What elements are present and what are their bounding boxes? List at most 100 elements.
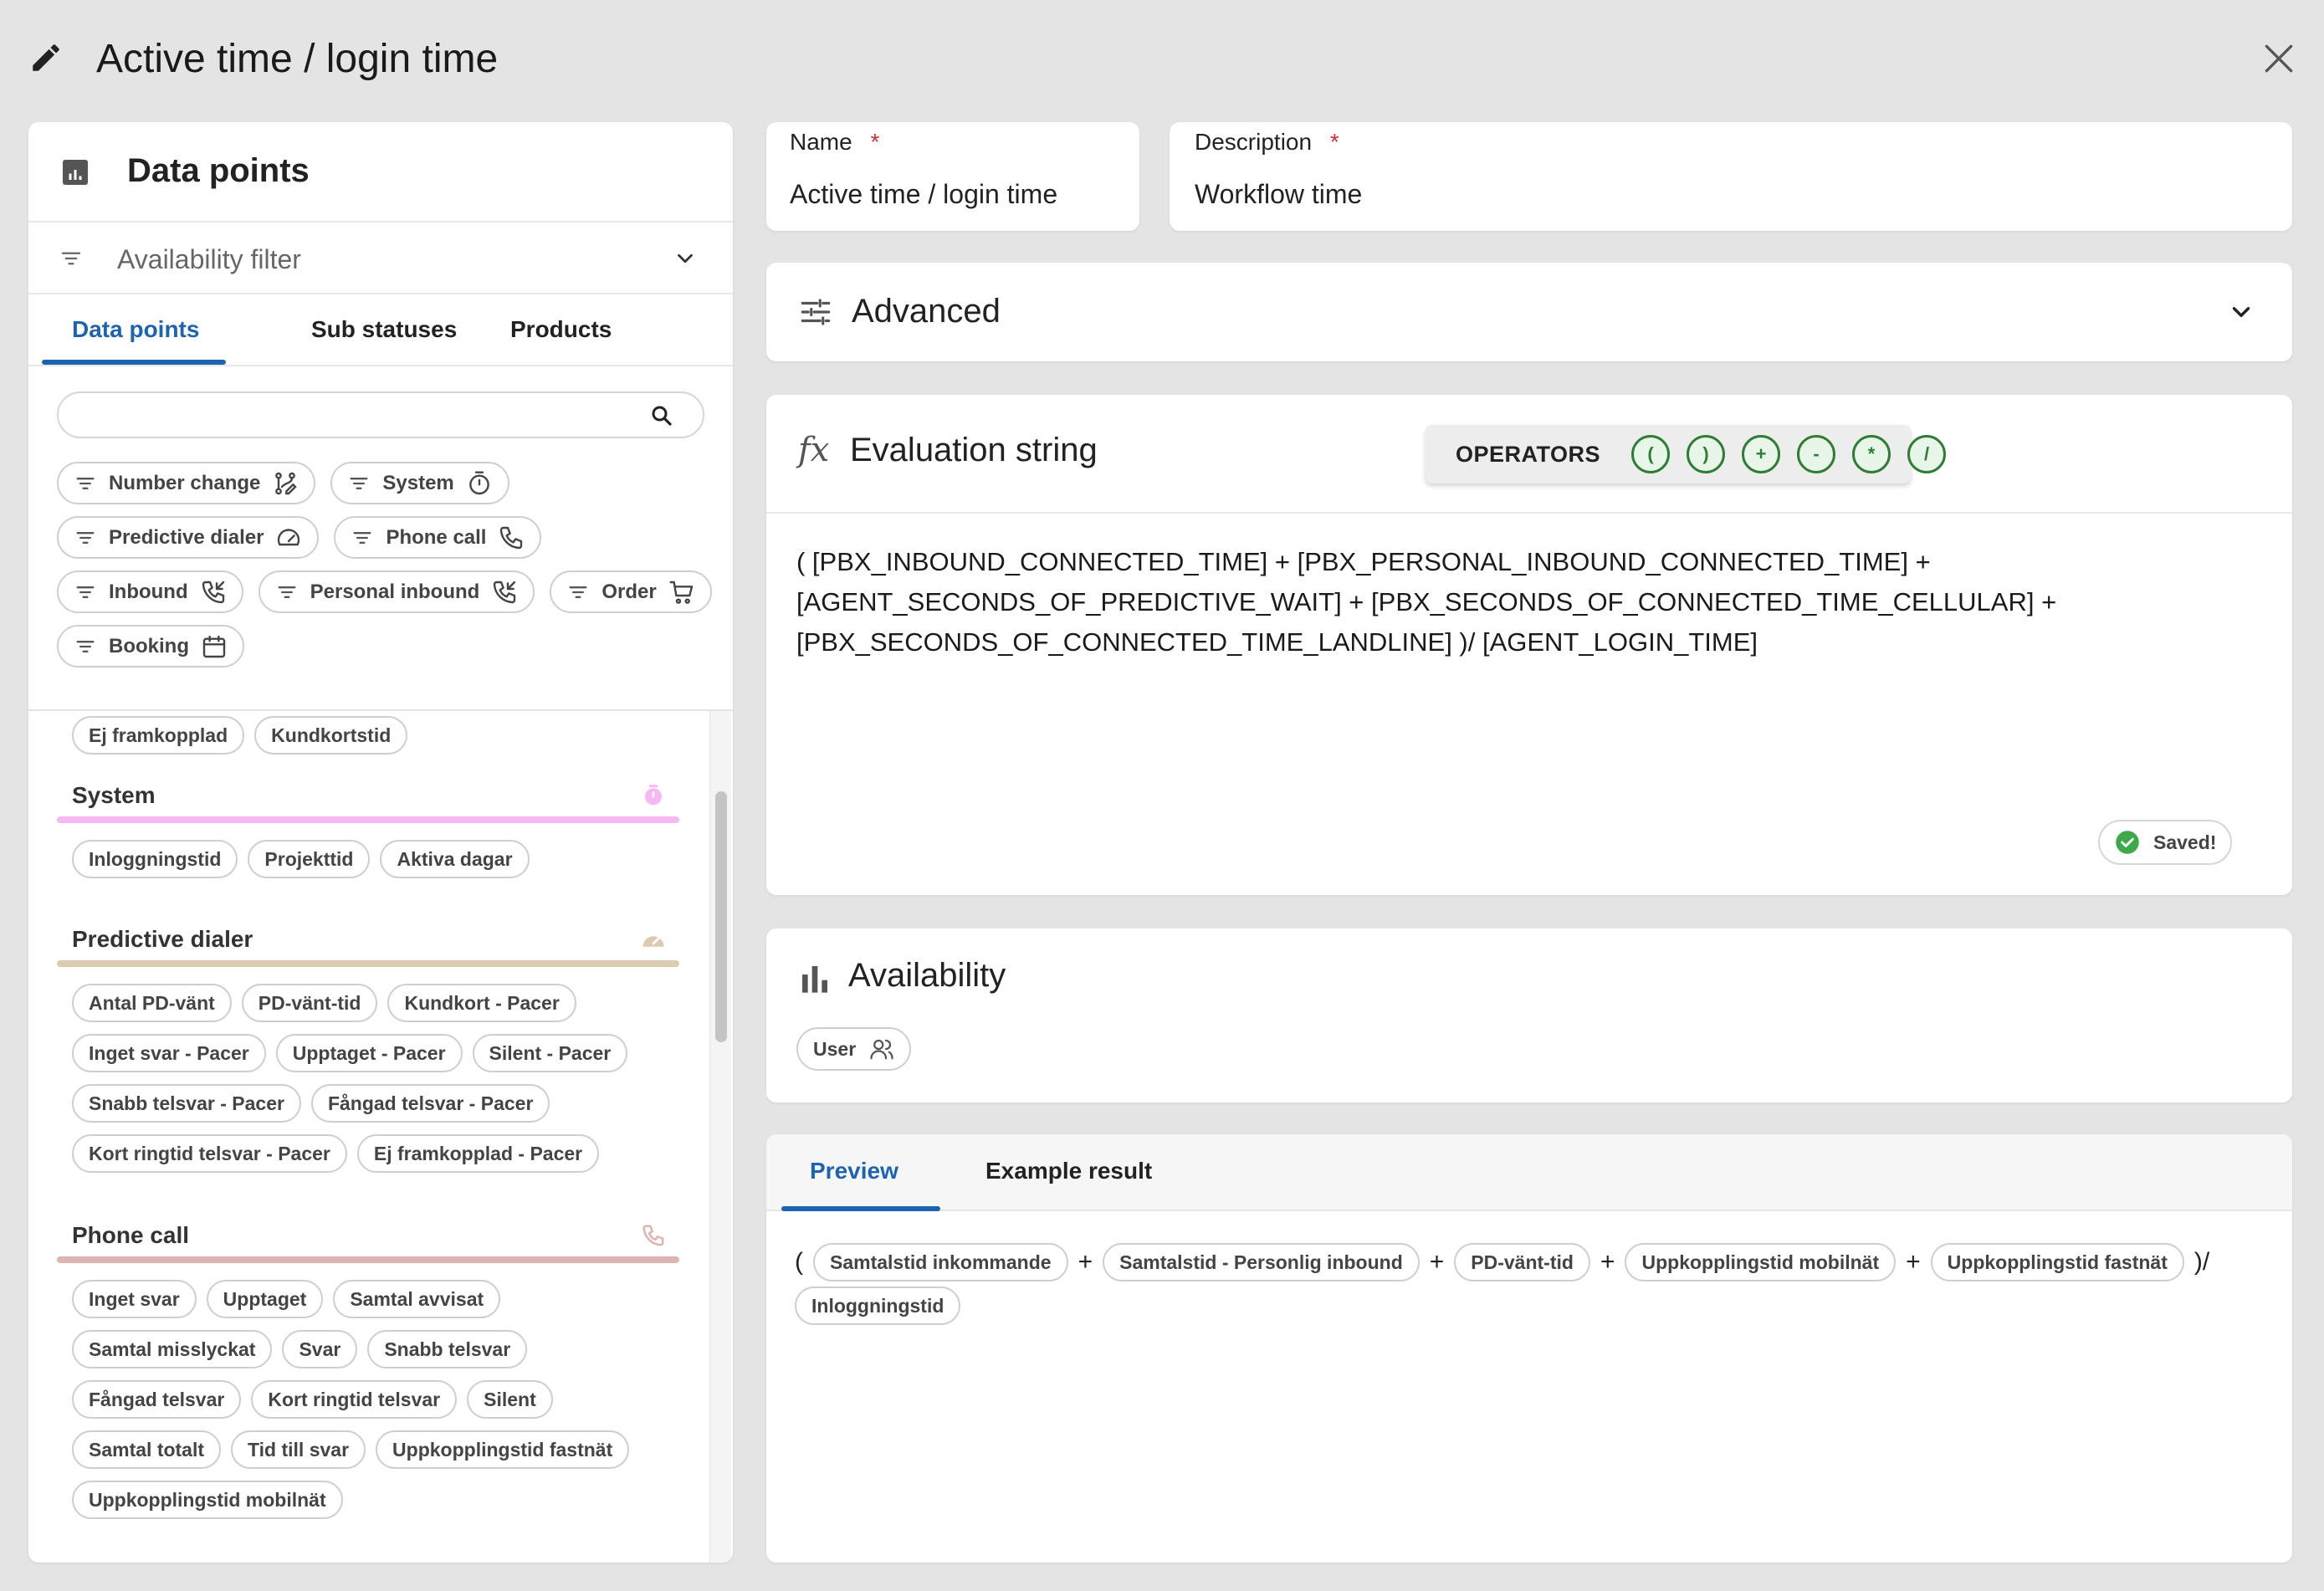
sliders-icon	[798, 294, 833, 330]
data-points-list[interactable]: Ej framkopplad Kundkortstid System Inlog…	[28, 711, 733, 1563]
search-input[interactable]	[75, 398, 627, 432]
data-point-pill[interactable]: Projekttid	[248, 840, 371, 878]
data-point-pill[interactable]: Samtal avvisat	[333, 1280, 501, 1318]
description-field[interactable]: Description * Workflow time	[1170, 122, 2292, 231]
operator-minus-button[interactable]: -	[1797, 435, 1835, 473]
filter-icon	[76, 586, 95, 598]
data-point-pill[interactable]: Antal PD-vänt	[72, 984, 232, 1022]
filter-chip-booking[interactable]: Booking	[57, 625, 244, 668]
user-chip[interactable]: User	[796, 1027, 912, 1071]
filter-chips: Number change System Predictive dialer P…	[57, 462, 718, 668]
filter-chip-label: Inbound	[109, 580, 188, 603]
availability-filter-dropdown[interactable]: Availability filter	[28, 223, 733, 293]
data-point-pill[interactable]: Inget svar - Pacer	[72, 1034, 266, 1072]
preview-expression: ( Samtalstid inkommande + Samtalstid - P…	[795, 1243, 2267, 1325]
tab-products-label: Products	[510, 316, 612, 342]
tab-data-points[interactable]: Data points	[42, 294, 226, 365]
operator-plus-button[interactable]: +	[1742, 435, 1780, 473]
tab-sub-statuses[interactable]: Sub statuses	[279, 294, 463, 365]
data-point-pill[interactable]: Ej framkopplad	[72, 716, 245, 755]
evaluation-title: Evaluation string	[850, 432, 1098, 468]
data-point-pill[interactable]: Samtal totalt	[72, 1430, 222, 1469]
close-icon[interactable]	[2260, 40, 2297, 77]
data-point-pill[interactable]: Inget svar	[72, 1280, 197, 1318]
data-point-pill[interactable]: Kundkortstid	[254, 716, 408, 755]
data-point-pill[interactable]: Snabb telsvar	[367, 1330, 528, 1368]
name-field-value[interactable]: Active time / login time	[790, 179, 1057, 210]
description-field-label: Description	[1195, 129, 1313, 155]
data-point-pill[interactable]: Uppkopplingstid fastnät	[376, 1430, 630, 1469]
name-field[interactable]: Name * Active time / login time	[766, 122, 1139, 231]
data-point-pill[interactable]: Aktiva dagar	[380, 840, 530, 878]
section-system: System Inloggningstid Projekttid Aktiva …	[57, 775, 679, 878]
description-field-value[interactable]: Workflow time	[1195, 179, 1362, 210]
filter-chip-predictive-dialer[interactable]: Predictive dialer	[57, 516, 320, 559]
filter-chip-personal-inbound[interactable]: Personal inbound	[258, 570, 535, 613]
gauge-icon	[278, 528, 300, 545]
data-point-pill[interactable]: Svar	[282, 1330, 358, 1368]
data-point-pill[interactable]: Fångad telsvar - Pacer	[310, 1084, 550, 1123]
operator-open-paren-button[interactable]: (	[1631, 435, 1670, 473]
scrollbar-track[interactable]	[709, 711, 731, 1563]
data-point-pill[interactable]: Upptaget - Pacer	[275, 1034, 463, 1072]
tab-data-points-label: Data points	[72, 316, 200, 342]
preview-panel: Preview Example result ( Samtalstid inko…	[766, 1134, 2292, 1563]
tab-products[interactable]: Products	[480, 294, 648, 365]
filter-chip-label: Booking	[109, 634, 189, 657]
section-title: System	[72, 782, 156, 808]
name-field-label: Name	[790, 129, 852, 155]
tab-example-result[interactable]: Example result	[975, 1134, 1193, 1211]
data-point-pill[interactable]: Upptaget	[206, 1280, 324, 1318]
evaluation-line: [AGENT_SECONDS_OF_PREDICTIVE_WAIT] + [PB…	[796, 587, 2057, 616]
cart-icon	[669, 581, 693, 604]
section-color-bar	[57, 960, 679, 967]
filter-chip-order[interactable]: Order	[550, 570, 712, 613]
data-point-pill[interactable]: Kundkort - Pacer	[387, 984, 576, 1022]
evaluation-string-editor[interactable]: ( [PBX_INBOUND_CONNECTED_TIME] + [PBX_PE…	[796, 542, 2252, 662]
filter-chip-inbound[interactable]: Inbound	[57, 570, 243, 613]
data-point-pill[interactable]: Silent - Pacer	[472, 1034, 628, 1072]
filter-icon	[59, 246, 84, 271]
preview-operator: +	[1078, 1248, 1093, 1276]
data-point-pill[interactable]: Tid till svar	[231, 1430, 366, 1469]
data-point-pill[interactable]: Uppkopplingstid mobilnät	[72, 1481, 343, 1519]
timer-icon	[645, 785, 662, 806]
preview-operator: +	[1600, 1248, 1615, 1276]
data-point-pill[interactable]: Snabb telsvar - Pacer	[72, 1084, 301, 1123]
data-point-pill[interactable]: Fångad telsvar	[72, 1380, 242, 1419]
data-point-pill[interactable]: Samtal misslyckat	[72, 1330, 273, 1368]
filter-chip-phone-call[interactable]: Phone call	[334, 516, 542, 559]
preview-operator: +	[1906, 1248, 1921, 1276]
advanced-accordion[interactable]: Advanced	[766, 263, 2292, 361]
preview-data-point: PD-vänt-tid	[1454, 1243, 1590, 1281]
user-chip-label: User	[813, 1037, 857, 1060]
preview-operator: )/	[2193, 1248, 2210, 1276]
data-point-pill[interactable]: Inloggningstid	[72, 840, 238, 878]
data-point-pill[interactable]: Ej framkopplad - Pacer	[356, 1134, 600, 1173]
filter-icon	[353, 531, 371, 544]
phone-incoming-icon	[494, 581, 516, 603]
data-point-pill[interactable]: Kort ringtid telsvar	[251, 1380, 458, 1419]
operator-close-paren-button[interactable]: )	[1687, 435, 1725, 473]
section-predictive-dialer: Predictive dialer Antal PD-vänt PD-vänt-…	[57, 918, 679, 1173]
filter-icon	[76, 640, 95, 652]
operator-divide-button[interactable]: /	[1907, 435, 1946, 473]
filter-chip-label: Personal inbound	[310, 580, 480, 603]
data-point-pill[interactable]: PD-vänt-tid	[241, 984, 378, 1022]
filter-chip-system[interactable]: System	[330, 462, 509, 504]
tab-preview-label: Preview	[810, 1158, 898, 1184]
search-box	[57, 391, 704, 438]
data-point-pill[interactable]: Kort ringtid telsvar - Pacer	[72, 1134, 347, 1173]
search-icon[interactable]	[649, 403, 674, 428]
data-point-pill[interactable]: Silent	[467, 1380, 553, 1419]
saved-label: Saved!	[2153, 831, 2217, 853]
tab-preview[interactable]: Preview	[781, 1134, 940, 1211]
scrollbar-thumb[interactable]	[715, 791, 727, 1042]
availability-panel: Availability User	[766, 929, 2292, 1102]
operator-multiply-button[interactable]: *	[1852, 435, 1891, 473]
filter-chip-label: Phone call	[386, 525, 487, 549]
section-color-bar	[57, 1256, 679, 1263]
data-points-panel: Data points Availability filter Data poi…	[28, 122, 733, 1563]
filter-chip-number-change[interactable]: Number change	[57, 462, 316, 504]
timer-icon	[468, 470, 489, 494]
